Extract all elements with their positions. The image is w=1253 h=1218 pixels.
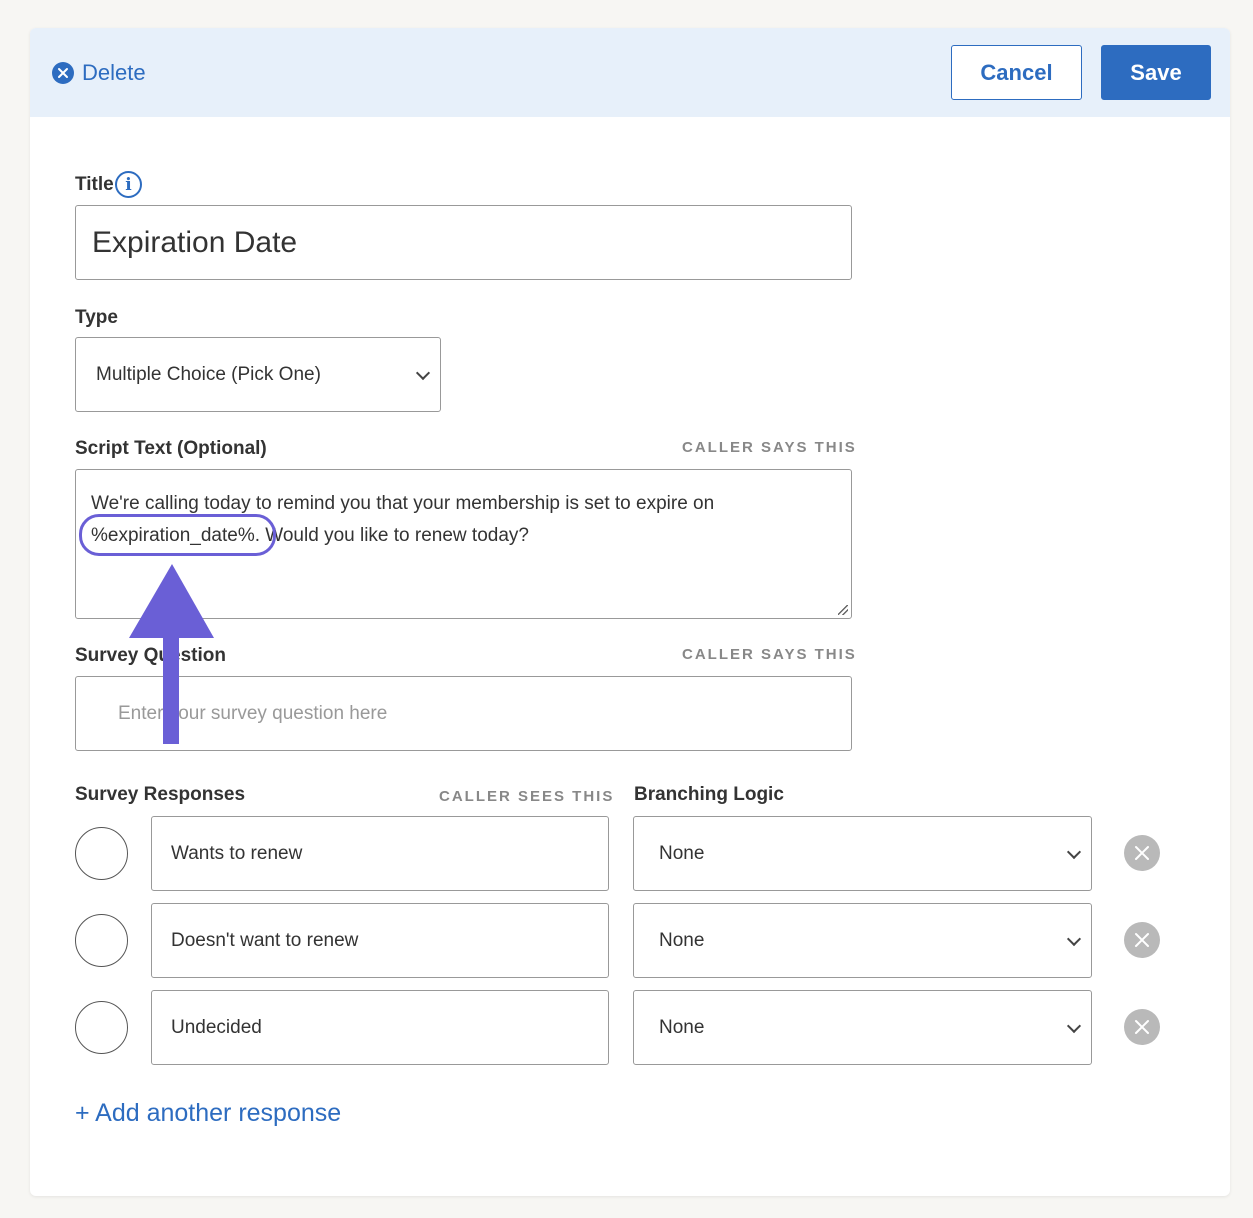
responses-hint: CALLER SEES THIS: [439, 788, 615, 805]
chevron-down-icon: [1066, 844, 1082, 859]
delete-label: Delete: [82, 60, 146, 85]
response-input[interactable]: Doesn't want to renew: [151, 903, 609, 978]
script-text-line2: Would you like to renew today?: [260, 525, 529, 546]
token-highlight-annotation: [79, 514, 276, 556]
chevron-down-icon: [1066, 1018, 1082, 1033]
type-label: Type: [75, 307, 118, 328]
cancel-button[interactable]: Cancel: [951, 45, 1082, 100]
remove-response-button[interactable]: [1124, 922, 1160, 958]
script-label: Script Text (Optional): [75, 438, 267, 459]
remove-x-icon: [1135, 933, 1149, 947]
branching-select[interactable]: None: [633, 903, 1092, 978]
response-radio[interactable]: [75, 1001, 128, 1054]
remove-response-button[interactable]: [1124, 1009, 1160, 1045]
response-radio[interactable]: [75, 914, 128, 967]
remove-response-button[interactable]: [1124, 835, 1160, 871]
branching-label: Branching Logic: [634, 784, 784, 805]
title-label: Title: [75, 174, 114, 195]
delete-button[interactable]: Delete: [52, 58, 146, 88]
editor-header: Delete Cancel Save: [30, 28, 1230, 117]
response-radio[interactable]: [75, 827, 128, 880]
close-circle-icon: [52, 62, 74, 84]
responses-label: Survey Responses: [75, 784, 246, 805]
branching-select-value: None: [659, 929, 705, 951]
chevron-down-icon: [1066, 931, 1082, 946]
script-hint: CALLER SAYS THIS: [682, 439, 857, 456]
chevron-down-icon: [415, 365, 431, 380]
info-icon[interactable]: i: [115, 171, 142, 198]
type-select[interactable]: Multiple Choice (Pick One): [75, 337, 441, 412]
annotation-arrow-icon: [129, 564, 214, 744]
type-select-value: Multiple Choice (Pick One): [96, 363, 321, 385]
remove-x-icon: [1135, 1020, 1149, 1034]
branching-select[interactable]: None: [633, 990, 1092, 1065]
add-response-link[interactable]: + Add another response: [75, 1099, 341, 1128]
question-hint: CALLER SAYS THIS: [682, 646, 857, 663]
title-input[interactable]: Expiration Date: [75, 205, 852, 280]
remove-x-icon: [1135, 846, 1149, 860]
script-text-line1: We're calling today to remind you that y…: [91, 493, 715, 514]
save-button[interactable]: Save: [1101, 45, 1211, 100]
branching-select-value: None: [659, 1016, 705, 1038]
branching-select[interactable]: None: [633, 816, 1092, 891]
question-editor-card: Delete Cancel Save Title i Expiration Da…: [30, 28, 1230, 1196]
response-input[interactable]: Undecided: [151, 990, 609, 1065]
resize-handle-icon[interactable]: [838, 605, 848, 615]
response-input[interactable]: Wants to renew: [151, 816, 609, 891]
branching-select-value: None: [659, 842, 705, 864]
